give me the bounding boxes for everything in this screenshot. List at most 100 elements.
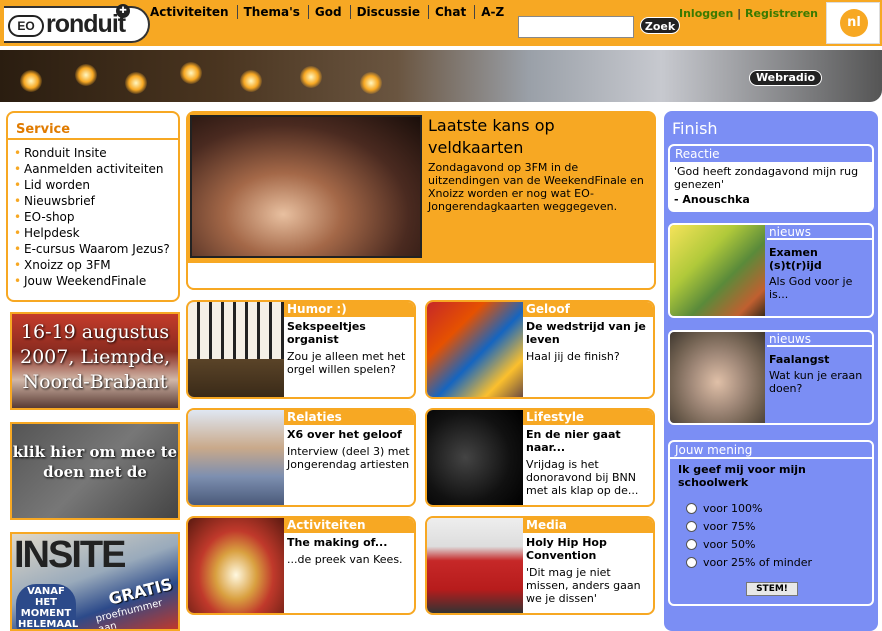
spotlight-icon [240, 70, 262, 92]
spotlight-icon [20, 70, 42, 92]
reactie-author: - Anouschka [674, 193, 750, 206]
article-card-relaties[interactable]: Relaties X6 over het geloof Interview (d… [186, 408, 416, 507]
webradio-button[interactable]: Webradio [749, 70, 822, 86]
news-item[interactable]: nieuws Examen (s)t(r)ijd Als God voor je… [668, 223, 874, 318]
service-item[interactable]: Xnoizz op 3FM [14, 257, 178, 273]
news-header: nieuws [767, 225, 872, 240]
reactie-header: Reactie [670, 146, 872, 162]
article-card-activiteiten[interactable]: Activiteiten The making of... ...de pree… [186, 516, 416, 615]
preacher-photo[interactable] [188, 518, 284, 613]
right-column: Finish Reactie 'God heeft zondagavond mi… [664, 111, 878, 631]
card-title[interactable]: Holy Hip Hop Convention [526, 536, 652, 562]
featured-article[interactable]: Laatste kans op veldkaarten Zondagavond … [186, 111, 656, 290]
promo-insite-banner[interactable]: INSITE VANAF HET MOMENT HELEMAAL NIEUW G… [10, 532, 180, 631]
news-text: Wat kun je eraan doen? [769, 369, 863, 395]
radio-button[interactable] [686, 539, 697, 550]
star-icon: ✚ [116, 4, 130, 18]
nav-themas[interactable]: Thema's [244, 5, 309, 19]
rapper-photo[interactable] [427, 518, 523, 613]
card-text: Zou je alleen met het orgel willen spele… [287, 350, 406, 376]
vote-button[interactable]: STEM! [746, 582, 798, 596]
service-title: Service [8, 113, 178, 140]
poll-option-label: voor 100% [703, 502, 763, 515]
nav-god[interactable]: God [315, 5, 351, 19]
poll-option-label: voor 75% [703, 520, 756, 533]
card-title[interactable]: The making of... [287, 536, 413, 549]
article-card-humor[interactable]: Humor :) Sekspeeltjes organist Zou je al… [186, 300, 416, 399]
radio-button[interactable] [686, 557, 697, 568]
search-input[interactable] [518, 16, 634, 38]
race-photo[interactable] [427, 302, 523, 397]
card-category: Relaties [284, 410, 414, 425]
radio-button[interactable] [686, 503, 697, 514]
poll-option[interactable]: voor 100% [686, 502, 762, 515]
service-item[interactable]: Aanmelden activiteiten [14, 161, 178, 177]
nl-logo-icon: nl [840, 9, 868, 37]
nl-broadcaster-logo[interactable]: nl [826, 2, 880, 44]
service-item[interactable]: Ronduit Insite [14, 145, 178, 161]
spotlight-icon [125, 72, 147, 94]
card-text: 'Dit mag je niet missen, anders gaan we … [526, 566, 641, 605]
card-text: Vrijdag is het donoravond bij BNN met al… [526, 458, 639, 497]
card-category: Lifestyle [523, 410, 653, 425]
service-item[interactable]: Jouw WeekendFinale [14, 273, 178, 289]
spotlight-icon [360, 72, 382, 94]
service-list: Ronduit Insite Aanmelden activiteiten Li… [8, 142, 178, 289]
opinion-poll: Jouw mening Ik geef mij voor mijn school… [668, 440, 874, 606]
radio-button[interactable] [686, 521, 697, 532]
poll-question: Ik geef mij voor mijn schoolwerk [678, 463, 806, 489]
service-item[interactable]: E-cursus Waarom Jezus? [14, 241, 178, 257]
article-card-lifestyle[interactable]: Lifestyle En de nier gaat naar... Vrijda… [425, 408, 655, 507]
card-category: Geloof [523, 302, 653, 317]
poll-option[interactable]: voor 50% [686, 538, 755, 551]
news-text: Als God voor je is... [769, 275, 853, 301]
service-item[interactable]: Lid worden [14, 177, 178, 193]
donorshow-photo[interactable] [427, 410, 523, 505]
service-item[interactable]: Helpdesk [14, 225, 178, 241]
poll-option[interactable]: voor 75% [686, 520, 755, 533]
card-title[interactable]: Sekspeeltjes organist [287, 320, 413, 346]
group-photo[interactable] [188, 410, 284, 505]
card-title[interactable]: En de nier gaat naar... [526, 428, 652, 454]
service-box: Service Ronduit Insite Aanmelden activit… [6, 111, 180, 302]
login-link[interactable]: Inloggen [679, 7, 733, 20]
feature-footer [186, 263, 656, 290]
poll-option-label: voor 25% of minder [703, 556, 813, 569]
nav-chat[interactable]: Chat [435, 5, 476, 19]
promo-join-text: klik hier om mee te doen met de [12, 443, 178, 481]
article-card-geloof[interactable]: Geloof De wedstrijd van je leven Haal ji… [425, 300, 655, 399]
card-category: Media [523, 518, 653, 533]
nav-activiteiten[interactable]: Activiteiten [150, 5, 238, 19]
organ-photo[interactable] [188, 302, 284, 397]
news-title[interactable]: Faalangst [769, 353, 869, 366]
register-link[interactable]: Registreren [745, 7, 818, 20]
service-item[interactable]: Nieuwsbrief [14, 193, 178, 209]
promo-join-banner[interactable]: klik hier om mee te doen met de [10, 422, 180, 520]
poll-header: Jouw mening [670, 442, 872, 459]
eo-logo-mark: EO [8, 15, 44, 37]
service-item[interactable]: EO-shop [14, 209, 178, 225]
promo-insite-badge: VANAF HET MOMENT HELEMAAL NIEUW [16, 584, 78, 629]
promo-event-banner[interactable]: 16-19 augustus 2007, Liempde, Noord-Brab… [10, 312, 180, 410]
card-text: Interview (deel 3) met Jongerendag artie… [287, 445, 410, 471]
reactie-box: Reactie 'God heeft zondagavond mijn rug … [668, 144, 874, 212]
feature-title[interactable]: Laatste kans op veldkaarten [428, 115, 652, 159]
card-category: Activiteiten [284, 518, 414, 533]
feature-text: Zondagavond op 3FM in de uitzendingen va… [428, 161, 644, 213]
nav-a-z[interactable]: A-Z [481, 5, 512, 19]
nav-discussie[interactable]: Discussie [357, 5, 429, 19]
auth-links: Inloggen | Registreren [679, 7, 818, 20]
face-photo[interactable] [670, 332, 765, 423]
ronduit-logo[interactable]: EO ronduit ✚ [4, 4, 150, 43]
spotlight-icon [300, 66, 322, 88]
cartoon-photo[interactable] [670, 225, 765, 316]
news-item[interactable]: nieuws Faalangst Wat kun je eraan doen? [668, 330, 874, 425]
card-title[interactable]: De wedstrijd van je leven [526, 320, 652, 346]
poll-option[interactable]: voor 25% of minder [686, 556, 812, 569]
feature-photo[interactable] [190, 115, 422, 258]
card-title[interactable]: X6 over het geloof [287, 428, 413, 441]
article-card-media[interactable]: Media Holy Hip Hop Convention 'Dit mag j… [425, 516, 655, 615]
reactie-quote: 'God heeft zondagavond mijn rug genezen' [674, 165, 859, 191]
search-button[interactable]: Zoek [640, 17, 680, 34]
news-title[interactable]: Examen (s)t(r)ijd [769, 246, 869, 272]
